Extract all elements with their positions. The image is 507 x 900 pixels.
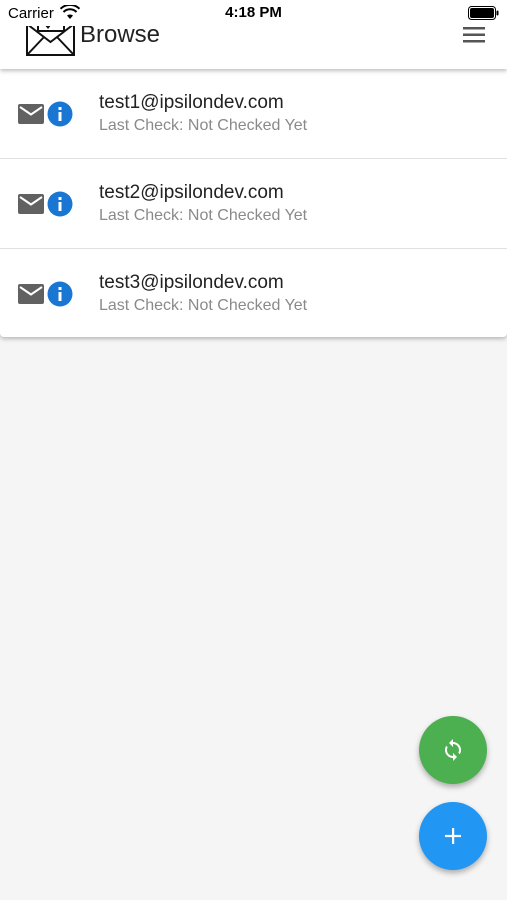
sync-button[interactable] xyxy=(419,716,487,784)
sync-icon xyxy=(445,739,461,761)
mail-icon xyxy=(18,284,44,304)
account-email: test2@ipsilondev.com xyxy=(99,182,284,203)
account-email: test3@ipsilondev.com xyxy=(99,272,284,293)
account-list-item[interactable]: test2@ipsilondev.com Last Check: Not Che… xyxy=(0,159,507,249)
account-last-check: Last Check: Not Checked Yet xyxy=(99,207,308,224)
mail-icon xyxy=(18,194,44,214)
clock: 4:18 PM xyxy=(225,4,282,21)
account-list-item[interactable]: test3@ipsilondev.com Last Check: Not Che… xyxy=(0,249,507,337)
status-bar: Carrier 4:18 PM xyxy=(0,0,507,26)
account-list: test1@ipsilondev.com Last Check: Not Che… xyxy=(0,69,507,337)
info-icon[interactable] xyxy=(47,281,73,307)
hamburger-menu-icon[interactable] xyxy=(461,24,487,46)
account-last-check: Last Check: Not Checked Yet xyxy=(99,117,308,134)
screen: Carrier 4:18 PM Browse test1@ipsilondev.… xyxy=(0,0,507,900)
battery-icon xyxy=(468,6,499,20)
mail-icon xyxy=(18,104,44,124)
account-email: test1@ipsilondev.com xyxy=(99,92,284,113)
account-last-check: Last Check: Not Checked Yet xyxy=(99,297,308,314)
info-icon[interactable] xyxy=(47,101,73,127)
plus-icon xyxy=(445,828,461,844)
add-account-button[interactable] xyxy=(419,802,487,870)
info-icon[interactable] xyxy=(47,191,73,217)
account-list-item[interactable]: test1@ipsilondev.com Last Check: Not Che… xyxy=(0,69,507,159)
